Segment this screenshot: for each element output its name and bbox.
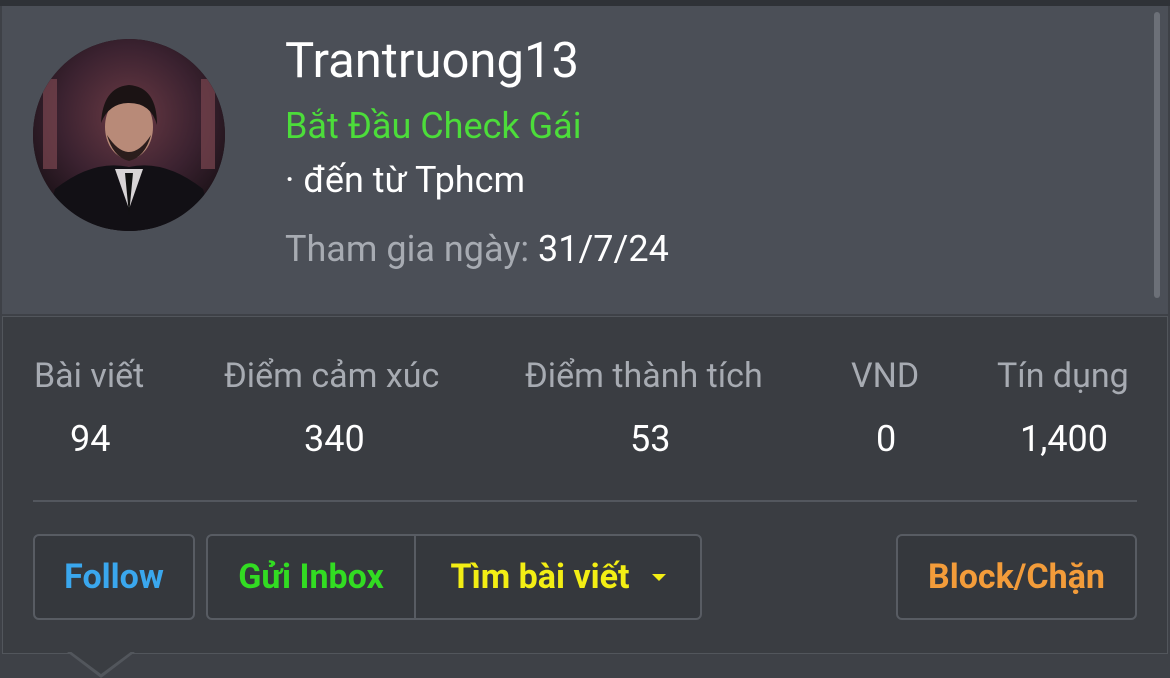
block-button[interactable]: Block/Chặn <box>896 534 1137 620</box>
stat-label-achievements: Điểm thành tích <box>525 356 763 396</box>
send-inbox-label: Gửi Inbox <box>238 557 384 597</box>
follow-button[interactable]: Follow <box>33 534 195 620</box>
divider <box>33 500 1137 502</box>
stat-value-credit: 1,400 <box>1020 418 1109 460</box>
block-label: Block/Chặn <box>928 557 1105 597</box>
scrollbar[interactable] <box>1154 12 1160 298</box>
find-posts-label: Tìm bài viết <box>450 557 630 597</box>
caret-down-icon <box>651 573 666 581</box>
find-posts-dropdown[interactable]: Tìm bài viết <box>414 534 702 620</box>
stat-value-reactions[interactable]: 340 <box>304 416 365 462</box>
send-inbox-button[interactable]: Gửi Inbox <box>206 534 416 620</box>
stat-label-vnd: VND <box>851 356 920 396</box>
stat-value-posts[interactable]: 94 <box>70 416 110 462</box>
follow-label: Follow <box>64 557 164 597</box>
joined-date: Tham gia ngày: 31/7/24 <box>285 227 669 271</box>
user-title: Bắt Đầu Check Gái <box>285 105 582 147</box>
stat-value-vnd: 0 <box>876 418 897 460</box>
avatar-image <box>33 39 225 231</box>
avatar[interactable] <box>33 39 225 231</box>
stat-label-reactions: Điểm cảm xúc <box>224 356 440 396</box>
stat-label-posts: Bài viết <box>34 356 145 396</box>
joined-label: Tham gia ngày: <box>285 228 530 270</box>
stat-value-achievements[interactable]: 53 <box>630 416 670 462</box>
joined-value: 31/7/24 <box>537 228 669 270</box>
username[interactable]: Trantruong13 <box>285 30 579 92</box>
popover-pointer-fill <box>70 651 132 674</box>
stat-label-credit: Tín dụng <box>997 356 1129 396</box>
location: · đến từ Tphcm <box>285 159 526 201</box>
